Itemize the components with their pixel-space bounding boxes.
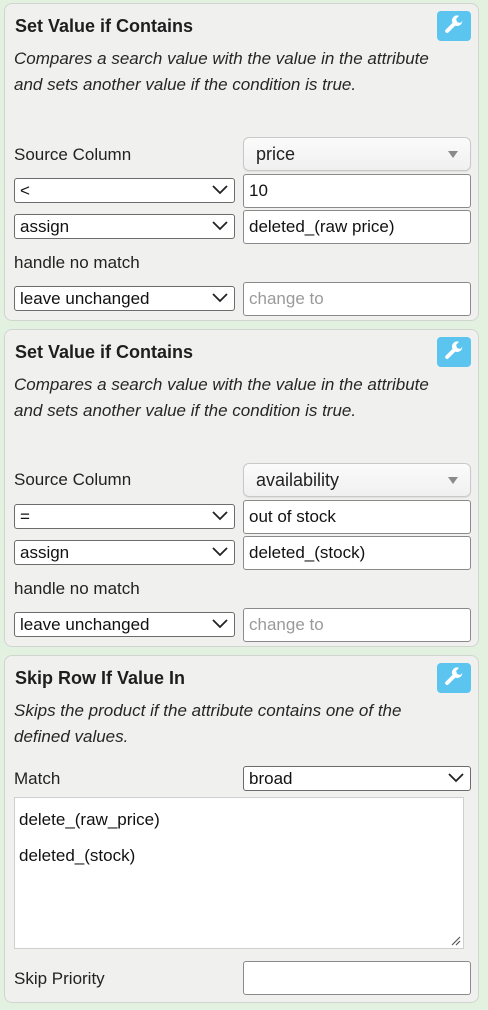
chevron-down-icon [212,511,228,521]
action-value: assign [20,217,70,236]
match-value: broad [249,769,293,788]
settings-button[interactable] [437,337,471,367]
no-match-value: leave unchanged [20,615,150,634]
panel-description: Compares a search value with the value i… [14,375,429,420]
action-select[interactable]: assign [14,214,235,239]
chevron-down-icon [212,547,228,557]
panel-description: Skips the product if the attribute conta… [14,701,402,746]
chevron-down-icon [212,619,228,629]
panel-title: Set Value if Contains [15,342,194,362]
wrench-icon [445,667,464,685]
source-column-select[interactable]: price [243,137,471,171]
set-value-panel-2: Set Value if Contains Compares a search … [4,329,479,647]
no-match-select[interactable]: leave unchanged [14,612,235,637]
source-column-label: Source Column [14,145,132,164]
action-value: assign [20,543,70,562]
match-select[interactable]: broad [243,766,471,791]
panel-description: Compares a search value with the value i… [14,49,429,94]
skip-priority-input[interactable] [243,961,471,995]
chevron-down-icon [212,185,228,195]
no-match-label: handle no match [14,253,140,272]
resize-grip-icon[interactable] [449,934,461,946]
action-value-input[interactable]: deleted_(stock) [243,536,471,570]
change-to-input[interactable]: change to [243,608,471,642]
chevron-down-icon [212,293,228,303]
operator-select[interactable]: < [14,178,235,203]
values-textarea[interactable]: delete_(raw_price) deleted_(stock) [14,797,464,949]
operator-value: < [20,181,30,200]
wrench-icon [445,341,464,359]
skip-priority-label: Skip Priority [14,969,105,988]
search-value-input[interactable]: 10 [243,174,471,208]
no-match-select[interactable]: leave unchanged [14,286,235,311]
chevron-down-icon [212,221,228,231]
action-select[interactable]: assign [14,540,235,565]
triangle-down-icon [448,477,458,484]
chevron-down-icon [448,773,464,783]
triangle-down-icon [448,151,458,158]
operator-value: = [20,507,30,526]
match-label: Match [14,769,61,788]
wrench-icon [445,15,464,33]
panel-title: Skip Row If Value In [15,668,186,688]
operator-select[interactable]: = [14,504,235,529]
source-column-value: price [256,144,296,164]
panel-title: Set Value if Contains [15,16,194,36]
set-value-panel-1: Set Value if Contains Compares a search … [4,3,479,321]
source-column-label: Source Column [14,470,132,489]
search-value-input[interactable]: out of stock [243,500,471,534]
no-match-value: leave unchanged [20,289,150,308]
list-item: deleted_(stock) [19,846,136,865]
source-column-value: availability [256,470,340,490]
settings-button[interactable] [437,11,471,41]
settings-button[interactable] [437,663,471,693]
no-match-label: handle no match [14,579,140,598]
skip-row-panel: Skip Row If Value In Skips the product i… [4,655,479,1003]
list-item: delete_(raw_price) [19,810,160,829]
source-column-select[interactable]: availability [243,463,471,497]
action-value-input[interactable]: deleted_(raw price) [243,210,471,244]
change-to-input[interactable]: change to [243,282,471,316]
